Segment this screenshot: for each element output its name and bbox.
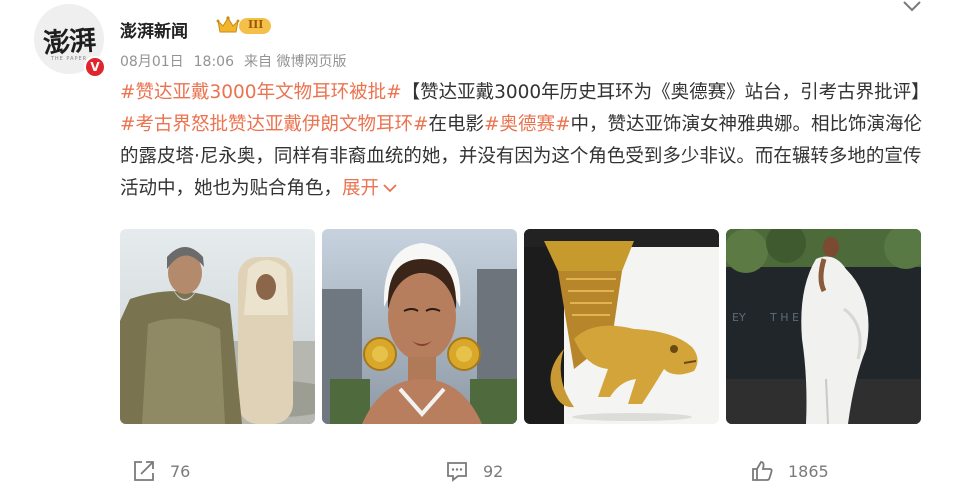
verified-badge-icon: V (84, 56, 106, 78)
portrait-photo-icon (322, 229, 517, 424)
member-crown-badge-icon[interactable] (215, 15, 273, 37)
hashtag-link[interactable]: #赞达亚戴3000年文物耳环被批# (120, 82, 402, 103)
comment-button[interactable]: 92 (445, 459, 503, 483)
post-date[interactable]: 08月01日 (120, 54, 184, 70)
poster-text-left: EY (732, 311, 746, 324)
member-level-text: III (248, 18, 264, 31)
golden-rhyton-photo-icon (524, 229, 719, 424)
repost-button[interactable]: 76 (132, 459, 190, 483)
post-image-3[interactable] (524, 229, 719, 424)
post-text: 在电影 (428, 114, 485, 135)
hashtag-link[interactable]: #考古界怒批赞达亚戴伊朗文物耳环# (120, 114, 429, 135)
comment-icon (447, 462, 467, 482)
post-text: 【赞达亚戴3000年历史耳环为《奥德赛》站台，引考古界批评】 (401, 82, 930, 103)
post-content: #赞达亚戴3000年文物耳环被批#【赞达亚戴3000年历史耳环为《奥德赛》站台，… (120, 77, 930, 205)
post-image-1[interactable] (120, 229, 315, 424)
repost-count: 76 (170, 461, 191, 481)
movie-still-photo-icon (120, 229, 315, 424)
like-count: 1865 (788, 461, 829, 481)
chevron-down-icon (383, 184, 397, 193)
red-carpet-photo-icon: EY T H E O D Y S S (726, 229, 921, 424)
post-image-4[interactable]: EY T H E O D Y S S (726, 229, 921, 424)
like-button[interactable]: 1865 (750, 459, 829, 483)
post-source: 来自 微博网页版 (244, 54, 347, 70)
hashtag-link[interactable]: #奥德赛# (484, 114, 571, 135)
post-image-2[interactable] (322, 229, 517, 424)
comment-count: 92 (483, 461, 504, 481)
post-time[interactable]: 18:06 (194, 54, 234, 70)
expand-link[interactable]: 展开 (342, 178, 398, 199)
avatar-logo-text: 澎湃 (42, 24, 97, 60)
chevron-down-icon[interactable] (901, 0, 923, 16)
post-meta: 08月01日 18:06 来自 微博网页版 (120, 51, 356, 71)
repost-icon (134, 461, 154, 481)
action-bar: 76 92 1865 (0, 459, 960, 489)
expand-label: 展开 (342, 178, 380, 199)
author-name[interactable]: 澎湃新闻 (120, 17, 188, 42)
thumbs-up-icon (752, 461, 773, 481)
